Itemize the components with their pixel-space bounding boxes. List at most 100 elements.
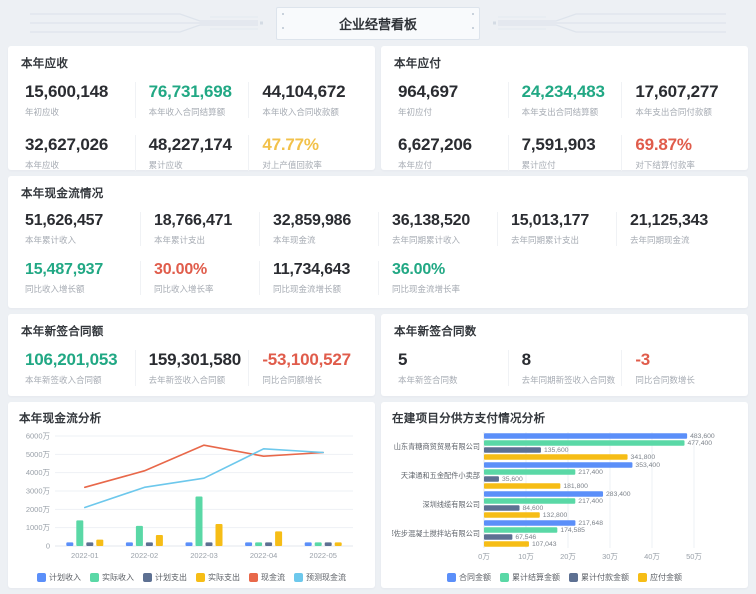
metric-label: 同比现金流增长率 — [392, 283, 497, 295]
metric: 159,301,580去年新签收入合同额 — [135, 350, 249, 386]
y-axis-label: 0 — [46, 542, 50, 551]
metric: 8去年同期新签收入合同数 — [508, 350, 622, 386]
bar-value-label: 217,648 — [578, 520, 603, 527]
metric-value: 48,227,174 — [149, 135, 249, 155]
metric: -53,100,527同比合同额增长 — [248, 350, 362, 386]
metric-value: 21,125,343 — [630, 212, 735, 230]
metric-value: 18,766,471 — [154, 212, 259, 230]
legend-label: 计划收入 — [49, 572, 81, 583]
metric-label: 去年同期累计支出 — [511, 234, 616, 246]
metric-value: 69.87% — [635, 135, 735, 155]
metric-value: 106,201,053 — [25, 350, 135, 370]
line-现金流 — [85, 445, 323, 487]
metric-grid: 106,201,053 本年新签收入合同额159,301,580去年新签收入合同额… — [21, 350, 362, 386]
bar-value-label: 35,600 — [502, 476, 523, 483]
metric-value: 36,138,520 — [392, 212, 497, 230]
x-axis-label: 10万 — [518, 552, 534, 561]
bar-合同金额 — [484, 491, 603, 497]
metric-value: 6,627,206 — [398, 135, 508, 155]
metric-value: 17,607,277 — [635, 82, 735, 102]
legend-item-实际收入[interactable]: 实际收入 — [90, 572, 134, 583]
card-payable: 本年应付 964,697年初应付24,234,483本年支出合同结算额17,60… — [381, 46, 748, 170]
x-axis-label: 20万 — [560, 552, 576, 561]
metric: 69.87%对下结算付款率 — [621, 135, 735, 171]
card-title: 本年新签合同额 — [21, 323, 362, 339]
bar-value-label: 477,400 — [688, 440, 713, 447]
metric-grid: 51,626,457本年累计收入18,766,471本年累计支出32,859,9… — [21, 212, 735, 246]
legend-label: 预测现金流 — [306, 572, 346, 583]
metric-label: 本年新签收入合同额 — [25, 374, 135, 386]
bar-value-label: 353,400 — [635, 462, 660, 469]
metric-label: 本年收入合同结算额 — [149, 106, 249, 118]
legend-item-计划支出[interactable]: 计划支出 — [143, 572, 187, 583]
x-axis-label: 2022-05 — [309, 551, 337, 560]
metric: 11,734,643同比现金流增长额 — [259, 261, 378, 295]
metric-value: 76,731,698 — [149, 82, 249, 102]
metric-value: -53,100,527 — [262, 350, 362, 370]
metric-label: 本年累计收入 — [25, 234, 140, 246]
bar-应付金额 — [484, 541, 529, 547]
x-axis-label: 2022-03 — [190, 551, 218, 560]
bar-合同金额 — [484, 462, 632, 468]
legend-item-累计结算金额[interactable]: 累计结算金额 — [500, 572, 560, 583]
metric-label: 年初应收 — [25, 106, 135, 118]
bar-计划支出 — [325, 542, 332, 546]
metric-value: -3 — [635, 350, 735, 370]
card-title: 本年应付 — [394, 55, 735, 71]
metric: 47.77%对上产值回款率 — [248, 135, 362, 171]
metric: 15,600,148年初应收 — [21, 82, 135, 118]
legend-label: 合同金额 — [459, 572, 491, 583]
metric: 17,607,277本年支出合同付款额 — [621, 82, 735, 118]
metric-value: 51,626,457 — [25, 212, 140, 230]
legend-item-应付金额[interactable]: 应付金额 — [638, 572, 682, 583]
metric: 36,138,520 去年同期累计收入 — [378, 212, 497, 246]
bar-应付金额 — [484, 483, 560, 489]
cashflow-analysis-chart: 01000万2000万3000万4000万5000万6000万2022-0120… — [19, 428, 361, 571]
category-label: 深圳线缆有限公司 — [422, 500, 480, 509]
metric: 15,487,937同比收入增长额 — [21, 261, 140, 295]
legend-item-计划收入[interactable]: 计划收入 — [37, 572, 81, 583]
bar-value-label: 181,800 — [563, 483, 588, 490]
bar-实际支出 — [96, 540, 103, 546]
bar-value-label: 217,400 — [578, 469, 603, 476]
metric: 6,627,206本年应付 — [394, 135, 508, 171]
metric: 964,697年初应付 — [394, 82, 508, 118]
header: 企业经营看板 — [8, 6, 748, 40]
legend-item-累计付款金额[interactable]: 累计付款金额 — [569, 572, 629, 583]
bar-value-label: 84,600 — [523, 505, 544, 512]
metric-label: 同比收入增长率 — [154, 283, 259, 295]
bar-计划支出 — [206, 542, 213, 546]
metric-grid: 964,697年初应付24,234,483本年支出合同结算额17,607,277… — [394, 82, 735, 171]
metric-value: 11,734,643 — [273, 261, 378, 279]
metric-value: 5 — [398, 350, 508, 370]
legend-item-现金流[interactable]: 现金流 — [249, 572, 285, 583]
metric: 7,591,903累计应付 — [508, 135, 622, 171]
legend-swatch-icon — [500, 573, 509, 582]
bar-实际支出 — [275, 531, 282, 546]
metric: 30.00% 同比收入增长率 — [140, 261, 259, 295]
legend-label: 计划支出 — [155, 572, 187, 583]
legend-swatch-icon — [447, 573, 456, 582]
metric-label: 本年应收 — [25, 159, 135, 171]
bar-累计结算金额 — [484, 498, 575, 504]
x-axis-label: 50万 — [686, 552, 702, 561]
bar-计划收入 — [245, 542, 252, 546]
bar-value-label: 132,800 — [543, 512, 568, 519]
page-title: 企业经营看板 — [276, 7, 480, 40]
metric-label: 去年同期累计收入 — [392, 234, 497, 246]
card-cashflow-analysis-chart: 本年现金流分析 01000万2000万3000万4000万5000万6000万2… — [8, 402, 375, 588]
metric-label: 年初应付 — [398, 106, 508, 118]
chart-title: 在建项目分供方支付情况分析 — [392, 410, 737, 426]
metric-value: 30.00% — [154, 261, 259, 279]
legend-item-合同金额[interactable]: 合同金额 — [447, 572, 491, 583]
x-axis-label: 2022-04 — [250, 551, 278, 560]
metric: 36.00%同比现金流增长率 — [378, 261, 497, 295]
metric-value: 32,627,026 — [25, 135, 135, 155]
metric: 48,227,174累计应收 — [135, 135, 249, 171]
legend-item-实际支出[interactable]: 实际支出 — [196, 572, 240, 583]
bar-value-label: 283,400 — [606, 491, 631, 498]
legend-swatch-icon — [90, 573, 99, 582]
legend-item-预测现金流[interactable]: 预测现金流 — [294, 572, 346, 583]
bar-value-label: 107,043 — [532, 541, 557, 548]
metric: 15,013,177去年同期累计支出 — [497, 212, 616, 246]
